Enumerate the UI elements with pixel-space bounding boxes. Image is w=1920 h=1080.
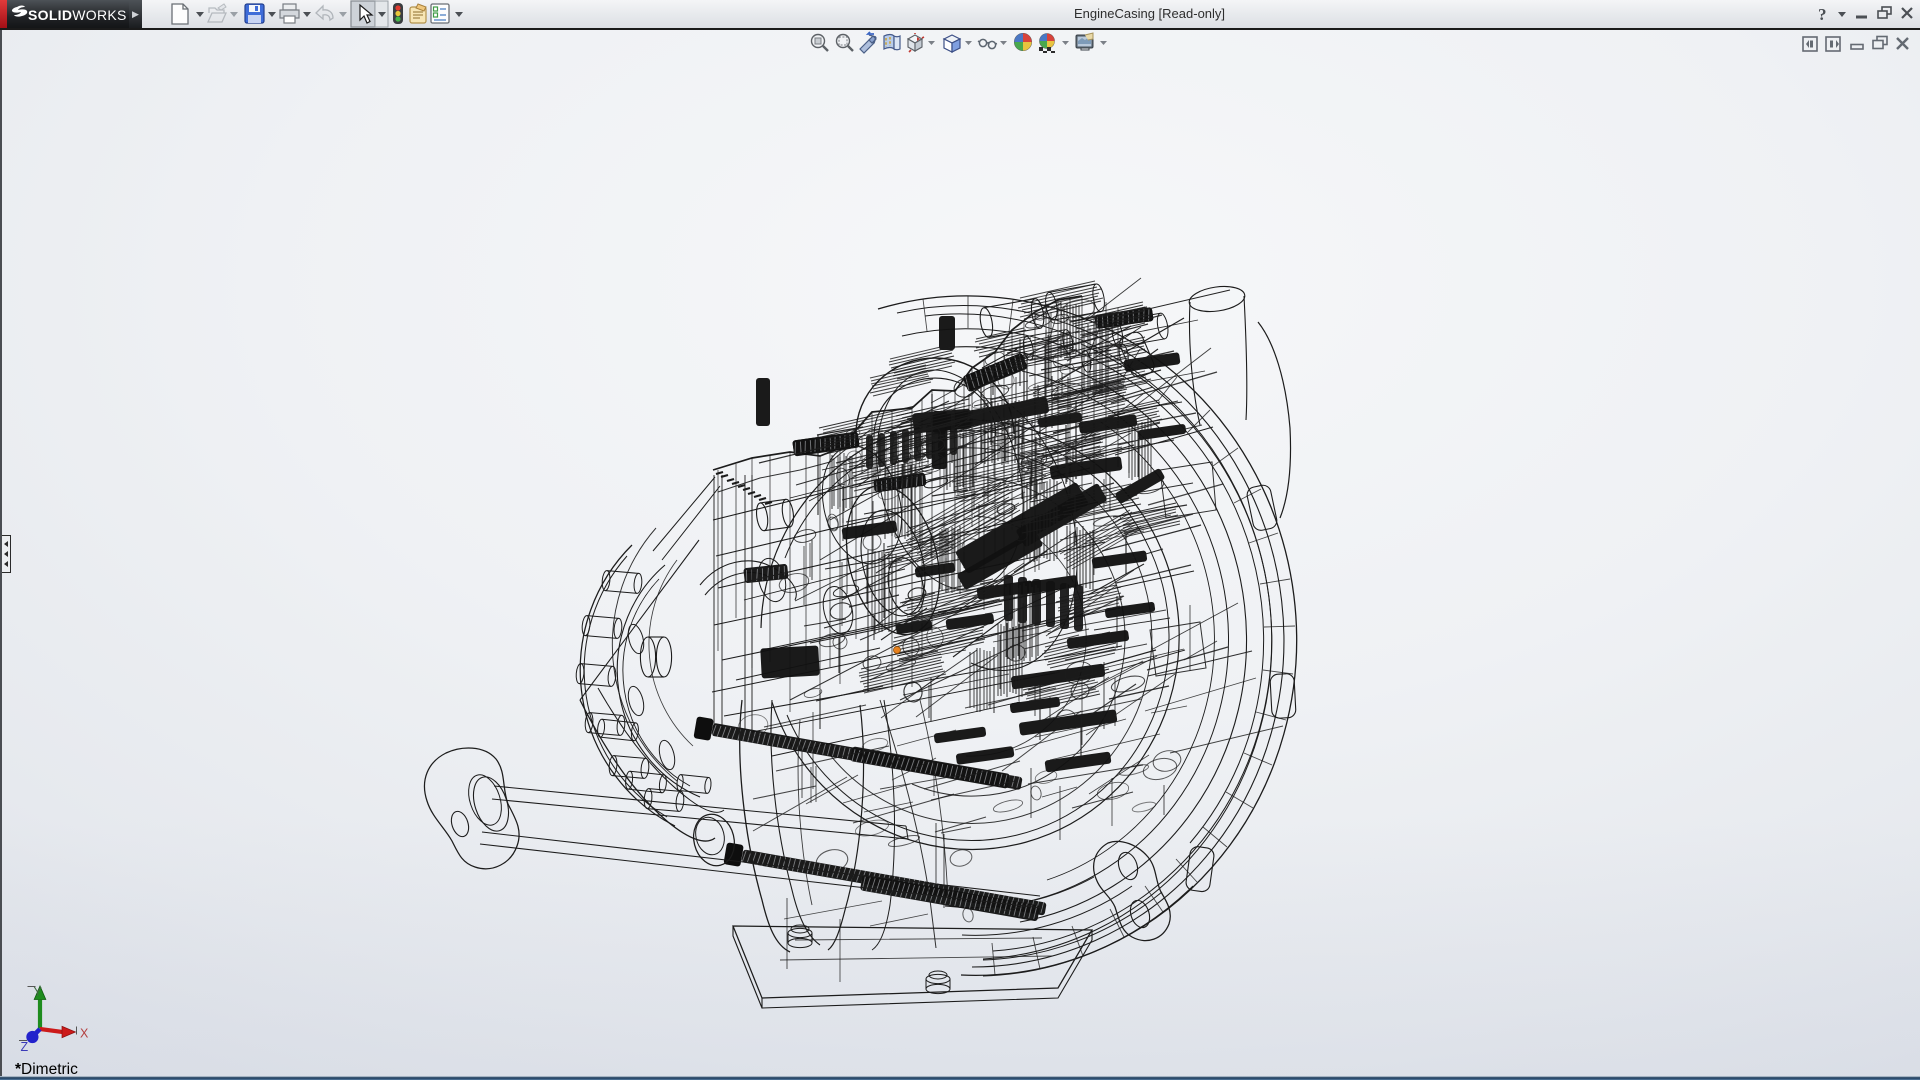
svg-text:?: ? bbox=[1818, 5, 1827, 24]
svg-text:X: X bbox=[80, 1027, 89, 1041]
svg-text:Z: Z bbox=[21, 1040, 29, 1054]
svg-text:Y: Y bbox=[34, 985, 43, 999]
